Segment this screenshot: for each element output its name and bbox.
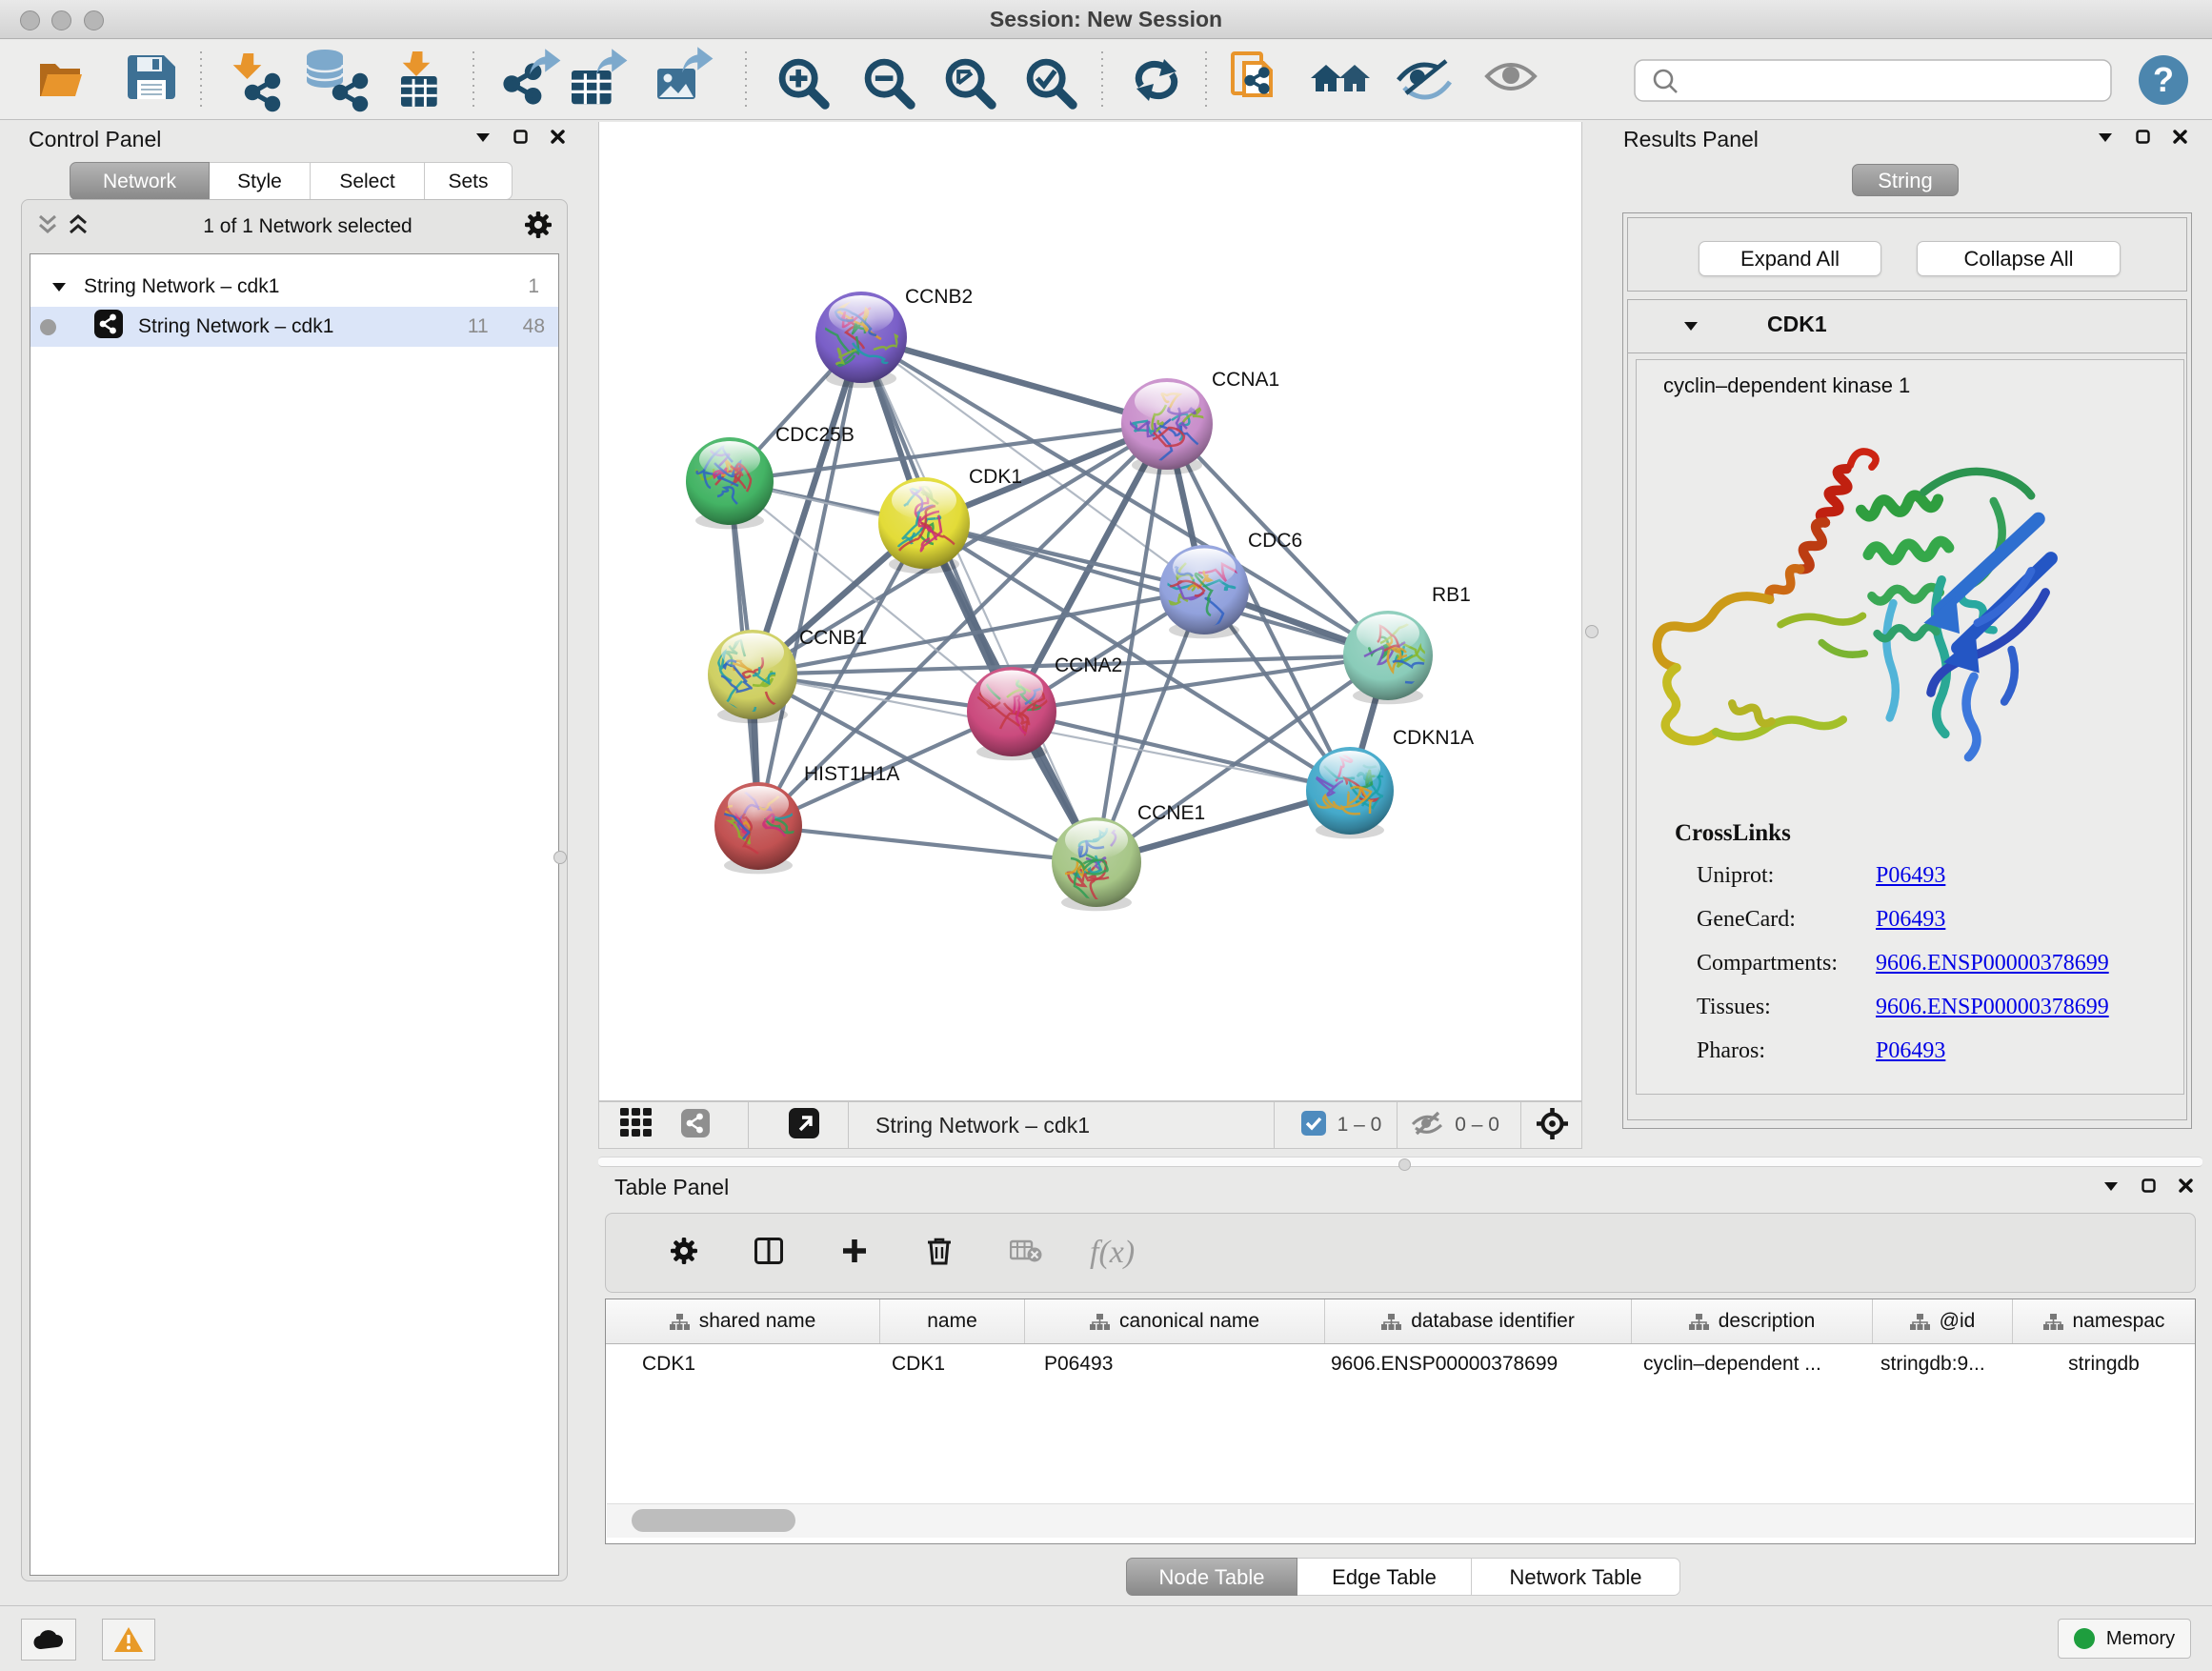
svg-text:RB1: RB1: [1432, 584, 1471, 606]
svg-text:CDC25B: CDC25B: [775, 424, 855, 446]
svg-text:CDK1: CDK1: [969, 466, 1022, 488]
svg-text:CDC6: CDC6: [1248, 530, 1302, 552]
svg-text:CDKN1A: CDKN1A: [1393, 727, 1474, 749]
svg-text:CCNA1: CCNA1: [1212, 369, 1279, 391]
svg-text:CCNA2: CCNA2: [1055, 654, 1122, 676]
svg-text:?: ?: [2153, 60, 2174, 99]
svg-text:CCNE1: CCNE1: [1137, 802, 1205, 824]
svg-text:CCNB2: CCNB2: [905, 286, 973, 308]
svg-text:HIST1H1A: HIST1H1A: [804, 763, 899, 785]
svg-text:CCNB1: CCNB1: [799, 627, 867, 649]
